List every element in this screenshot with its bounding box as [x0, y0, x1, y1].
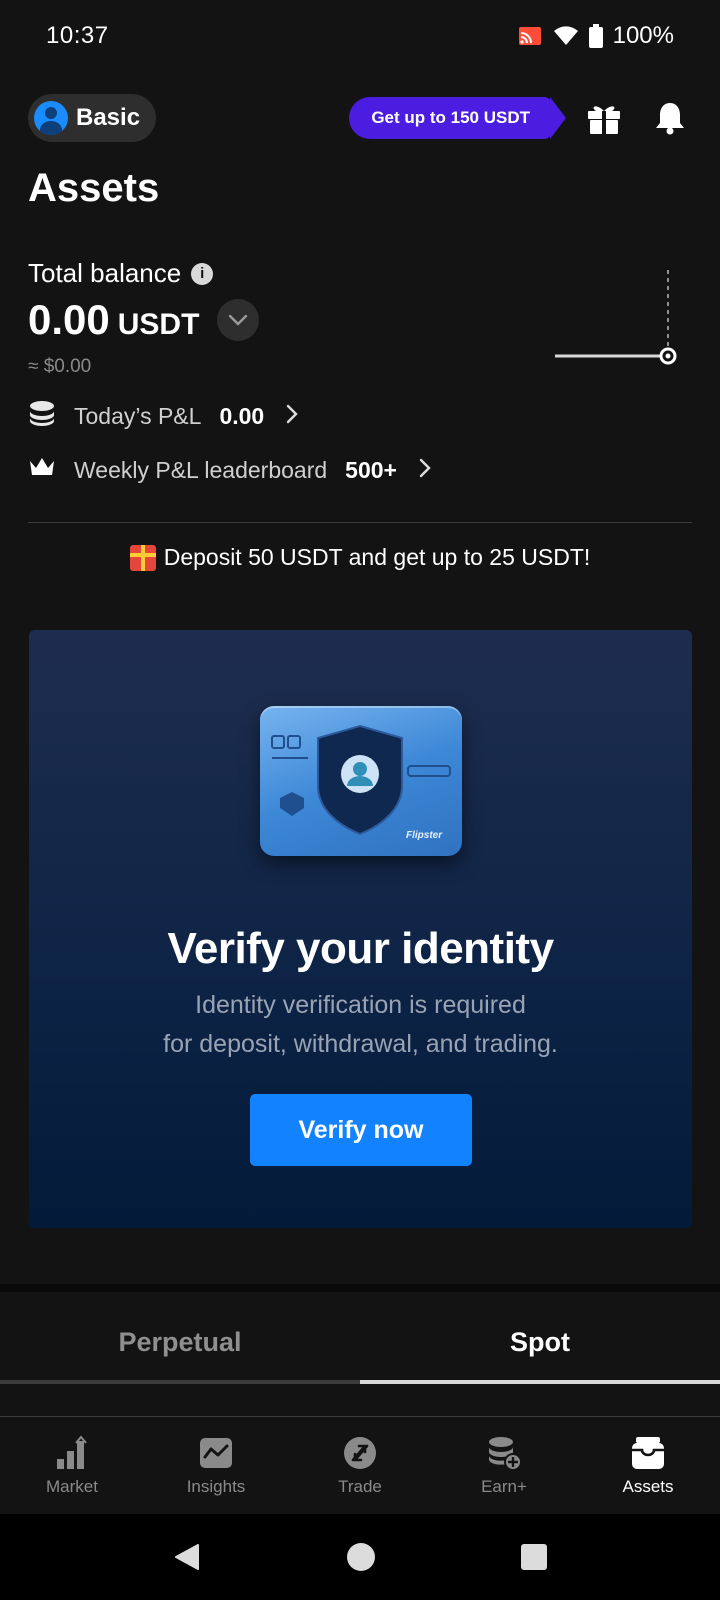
chevron-down-icon [229, 314, 248, 326]
system-nav-bar [0, 1514, 720, 1600]
deposit-promo-text: Deposit 50 USDT and get up to 25 USDT! [163, 544, 591, 570]
status-time: 10:37 [46, 22, 109, 49]
nav-label-market: Market [46, 1476, 98, 1496]
todays-pnl-row[interactable]: Today’s P&L 0.00 [28, 400, 298, 432]
page-title: Assets [28, 166, 160, 210]
asset-tabs: Perpetual Spot [0, 1300, 720, 1384]
bottom-nav: Market Insights Trade Earn+ Assets [0, 1416, 720, 1514]
wifi-icon [553, 25, 579, 47]
total-balance-label: Total balance [28, 258, 182, 288]
tab-perpetual[interactable]: Perpetual [0, 1300, 360, 1384]
balance-value: 0.00 [28, 296, 110, 343]
info-icon[interactable]: i [191, 262, 214, 285]
balance-unit: USDT [117, 308, 200, 341]
todays-pnl-label: Today’s P&L [74, 402, 202, 429]
verify-subtitle: Identity verification is required for de… [29, 986, 692, 1064]
battery-percent: 100% [612, 22, 674, 49]
cast-icon [517, 25, 543, 47]
deposit-promo-link[interactable]: Deposit 50 USDT and get up to 25 USDT! [0, 544, 720, 571]
id-card-illustration: Flipster [260, 706, 462, 856]
back-icon[interactable] [172, 1542, 202, 1572]
verify-identity-card: Flipster Verify your identity Identity v… [29, 630, 692, 1228]
divider [28, 522, 692, 523]
avatar-icon [34, 101, 68, 135]
earn-icon [489, 1436, 522, 1471]
header: Basic Get up to 150 USDT [28, 94, 692, 142]
battery-icon [588, 24, 603, 48]
balance-row: 0.00 USDT [28, 296, 260, 344]
balance-usd-equivalent: ≈ $0.00 [28, 356, 92, 377]
nav-item-market[interactable]: Market [0, 1417, 144, 1514]
tier-label: Basic [76, 104, 141, 131]
nav-label-assets: Assets [622, 1476, 674, 1496]
wallet-icon [632, 1436, 664, 1469]
leaderboard-value: 500+ [345, 456, 397, 483]
card-brand-text: Flipster [406, 830, 443, 841]
recents-icon[interactable] [520, 1543, 548, 1571]
home-icon[interactable] [346, 1542, 376, 1572]
leaderboard-row[interactable]: Weekly P&L leaderboard 500+ [28, 455, 431, 485]
promo-banner-button[interactable]: Get up to 150 USDT [349, 97, 566, 139]
header-actions: Get up to 150 USDT [349, 96, 692, 140]
leaderboard-label: Weekly P&L leaderboard [74, 456, 328, 483]
section-separator [0, 1284, 720, 1292]
verify-title: Verify your identity [167, 924, 554, 973]
crown-icon [28, 455, 56, 485]
tier-pill[interactable]: Basic [28, 94, 157, 142]
chevron-right-icon [286, 403, 298, 430]
bar-chart-icon [57, 1434, 87, 1469]
nav-item-assets[interactable]: Assets [576, 1417, 720, 1514]
todays-pnl-value: 0.00 [219, 402, 265, 429]
chevron-right-icon [419, 457, 431, 484]
gift-emoji-icon [129, 544, 156, 571]
currency-dropdown-button[interactable] [217, 299, 260, 341]
nav-item-earn[interactable]: Earn+ [432, 1417, 576, 1514]
nav-label-trade: Trade [338, 1476, 382, 1496]
nav-label-insights: Insights [186, 1476, 246, 1496]
total-balance-row: Total balance i [28, 258, 214, 289]
verify-subtitle-line1: Identity verification is required [195, 991, 526, 1019]
verify-subtitle-line2: for deposit, withdrawal, and trading. [163, 1030, 558, 1058]
nav-label-earn: Earn+ [481, 1476, 527, 1496]
status-icons: 100% [517, 22, 674, 50]
bell-icon[interactable] [648, 96, 692, 140]
balance-sparkline [555, 270, 677, 365]
verify-now-button[interactable]: Verify now [250, 1094, 472, 1166]
insights-icon [200, 1437, 232, 1468]
trade-icon [344, 1436, 376, 1469]
coins-icon [28, 400, 56, 432]
tab-spot[interactable]: Spot [360, 1300, 720, 1384]
nav-item-insights[interactable]: Insights [144, 1417, 288, 1514]
gift-icon[interactable] [582, 96, 626, 140]
nav-item-trade[interactable]: Trade [288, 1417, 432, 1514]
status-bar: 10:37 100% [0, 0, 720, 72]
